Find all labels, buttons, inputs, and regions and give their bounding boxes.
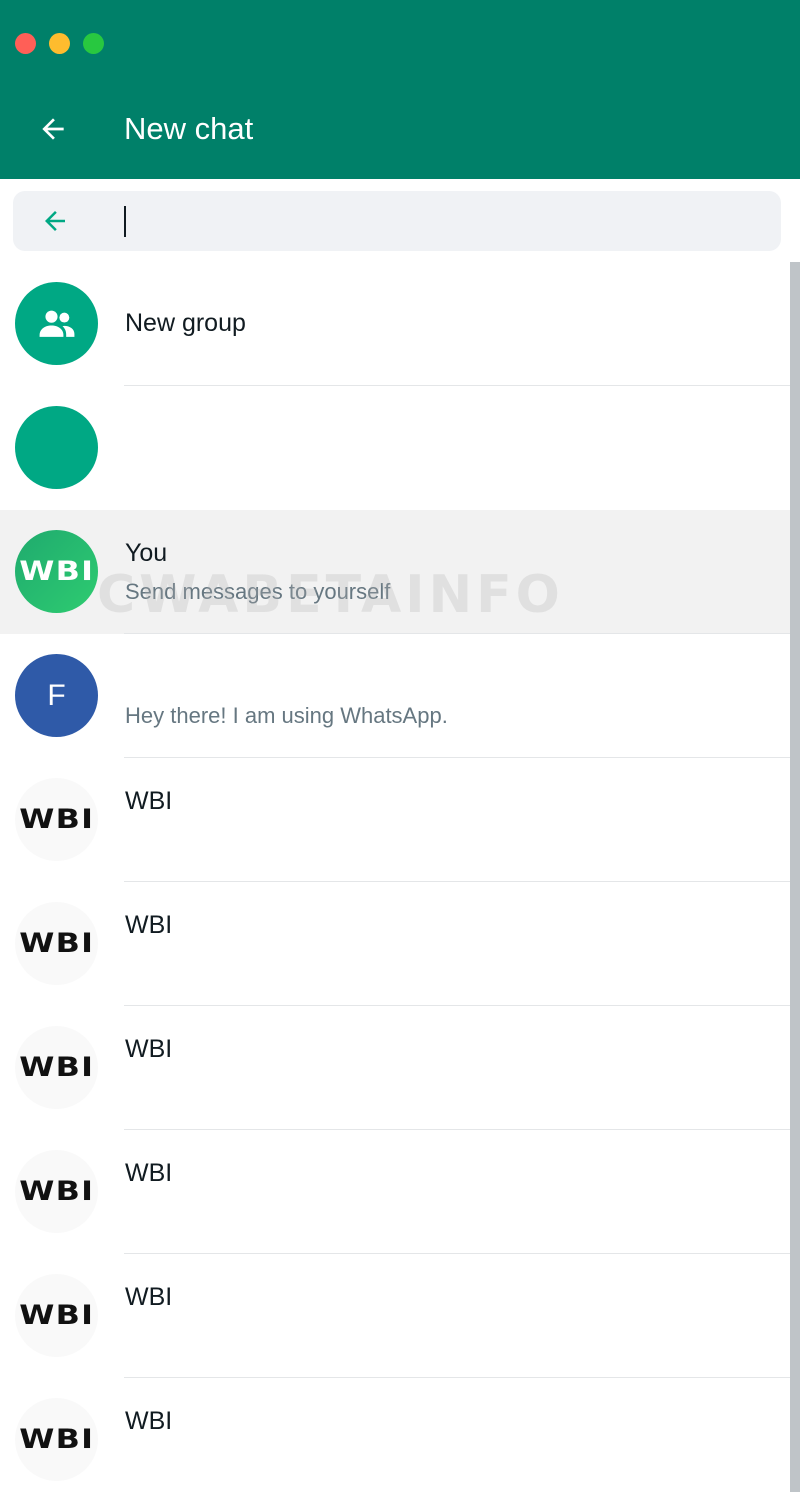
avatar: WBI — [15, 1026, 98, 1109]
wbi-logo-icon: WBI — [19, 556, 94, 587]
contact-name: You — [125, 539, 168, 567]
list-item-you[interactable]: WBI You Send messages to yourself — [0, 510, 790, 634]
contact-name: WBI — [125, 1407, 173, 1435]
avatar: WBI — [15, 1398, 98, 1481]
list-item[interactable]: WBI WBI — [0, 1378, 790, 1492]
search-input[interactable] — [123, 201, 763, 241]
avatar: WBI — [15, 530, 98, 613]
arrow-left-icon — [45, 211, 65, 231]
window-zoom-button[interactable] — [83, 33, 104, 54]
contact-name: WBI — [125, 787, 173, 815]
new-group-item[interactable]: New group — [0, 262, 790, 386]
wbi-logo-icon: WBI — [19, 804, 94, 835]
text-caret — [124, 206, 126, 237]
search-bar — [13, 191, 781, 251]
wbi-logo-icon: WBI — [19, 1176, 94, 1207]
contact-list: New group WBI You Send messages to yours… — [0, 262, 790, 1492]
window-minimize-button[interactable] — [49, 33, 70, 54]
avatar: WBI — [15, 1274, 98, 1357]
contact-status: Hey there! I am using WhatsApp. — [125, 703, 448, 728]
list-item[interactable]: WBI WBI — [0, 882, 790, 1006]
new-group-label: New group — [125, 309, 246, 337]
avatar: WBI — [15, 1150, 98, 1233]
avatar-letter: F — [47, 678, 66, 712]
list-item-contact-f[interactable]: F Hey there! I am using WhatsApp. — [0, 634, 790, 758]
arrow-left-icon — [42, 118, 64, 140]
list-item[interactable]: WBI WBI — [0, 1006, 790, 1130]
avatar: WBI — [15, 902, 98, 985]
search-back-button[interactable] — [37, 203, 73, 239]
wbi-logo-icon: WBI — [19, 1300, 94, 1331]
contact-name: WBI — [125, 1283, 173, 1311]
list-item-blank[interactable] — [0, 386, 790, 510]
list-item[interactable]: WBI WBI — [0, 758, 790, 882]
wbi-logo-icon: WBI — [19, 928, 94, 959]
wbi-logo-icon: WBI — [19, 1052, 94, 1083]
avatar: F — [15, 654, 98, 737]
app-header: New chat — [0, 0, 800, 179]
group-icon — [39, 310, 74, 337]
contact-name: WBI — [125, 911, 173, 939]
avatar: WBI — [15, 778, 98, 861]
wbi-logo-icon: WBI — [19, 1424, 94, 1455]
scrollbar[interactable] — [790, 262, 800, 1492]
contact-name: WBI — [125, 1159, 173, 1187]
back-button[interactable] — [32, 108, 74, 150]
page-title: New chat — [124, 111, 254, 146]
avatar — [15, 406, 98, 489]
list-item[interactable]: WBI WBI — [0, 1254, 790, 1378]
contact-name: WBI — [125, 1035, 173, 1063]
new-group-avatar — [15, 282, 98, 365]
window-close-button[interactable] — [15, 33, 36, 54]
contact-status: Send messages to yourself — [125, 579, 391, 604]
list-item[interactable]: WBI WBI — [0, 1130, 790, 1254]
